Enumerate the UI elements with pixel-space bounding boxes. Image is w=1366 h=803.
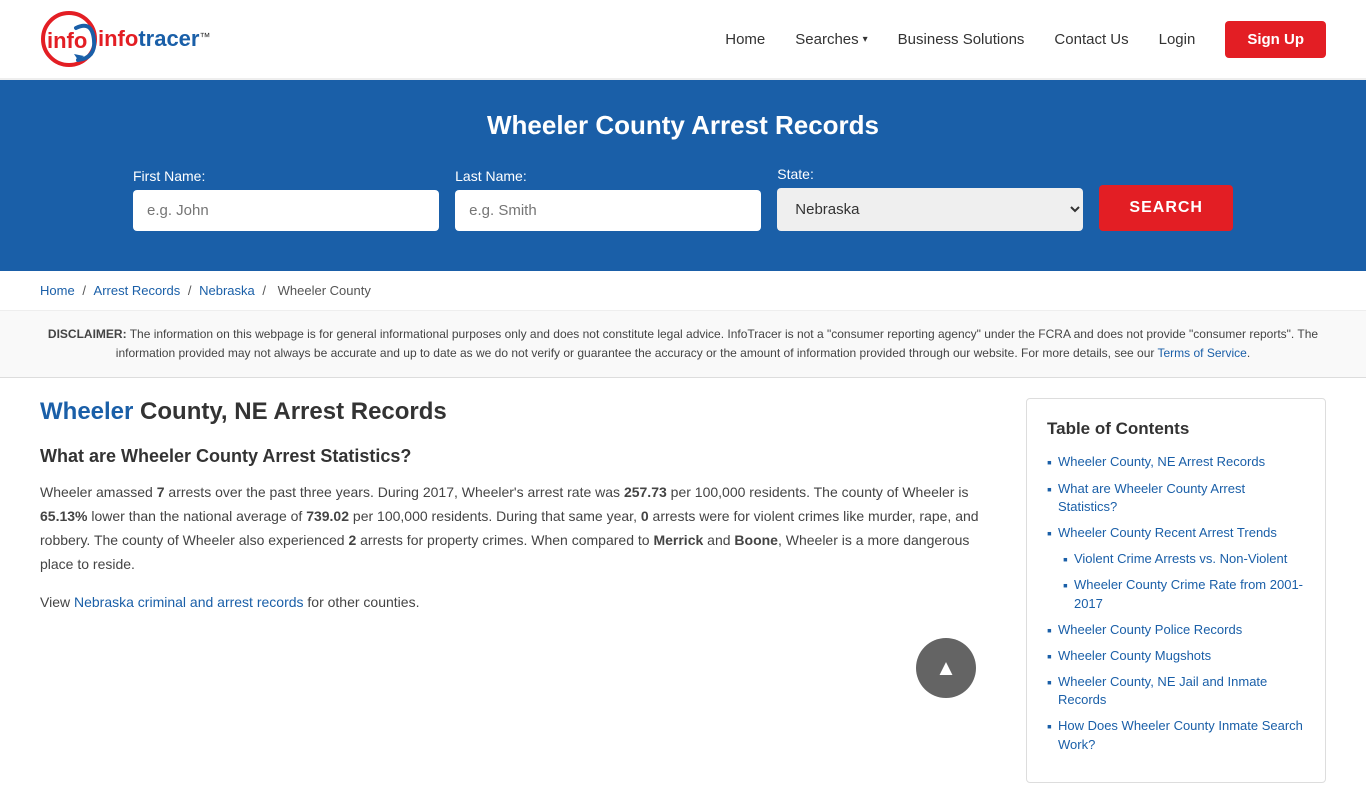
page-title: Wheeler County Arrest Records [40, 110, 1326, 141]
search-form: First Name: Last Name: State: Nebraska A… [133, 166, 1233, 231]
toc-item-0[interactable]: Wheeler County, NE Arrest Records [1058, 453, 1265, 471]
first-name-input[interactable] [133, 190, 439, 231]
toc-item-7[interactable]: Wheeler County, NE Jail and Inmate Recor… [1058, 673, 1305, 709]
nav-home[interactable]: Home [725, 31, 765, 48]
first-name-group: First Name: [133, 168, 439, 231]
terms-link[interactable]: Terms of Service [1158, 346, 1247, 360]
disclaimer-bar: DISCLAIMER: The information on this webp… [0, 311, 1366, 378]
logo-tracer-text: tracer [138, 26, 199, 51]
toc-box: Table of Contents Wheeler County, NE Arr… [1026, 398, 1326, 782]
article-title-rest: County, NE Arrest Records [133, 398, 446, 425]
main-content: Wheeler County, NE Arrest Records What a… [0, 378, 1366, 802]
merrick-link: Merrick [653, 532, 703, 548]
main-nav: Home Searches ▾ Business Solutions Conta… [725, 21, 1326, 58]
nebraska-records-link[interactable]: Nebraska criminal and arrest records [74, 594, 304, 610]
last-name-group: Last Name: [455, 168, 761, 231]
logo[interactable]: info infotracer™ [40, 10, 210, 68]
breadcrumb-nebraska[interactable]: Nebraska [199, 283, 255, 298]
breadcrumb-sep1: / [82, 283, 89, 298]
logo-icon: info [40, 10, 98, 68]
toc-list: Wheeler County, NE Arrest Records What ar… [1047, 453, 1305, 753]
toc-item-4[interactable]: Wheeler County Crime Rate from 2001-2017 [1074, 576, 1305, 612]
state-group: State: Nebraska Alabama Alaska Arizona C… [777, 166, 1083, 231]
article: Wheeler County, NE Arrest Records What a… [40, 398, 1026, 782]
rate1: 257.73 [624, 484, 667, 500]
logo-tm: ™ [199, 31, 210, 43]
state-label: State: [777, 166, 1083, 182]
signup-button[interactable]: Sign Up [1225, 21, 1326, 58]
state-select[interactable]: Nebraska Alabama Alaska Arizona Californ… [777, 188, 1083, 231]
scroll-top-area: ▲ [40, 628, 996, 698]
last-name-label: Last Name: [455, 168, 761, 184]
section1-heading: What are Wheeler County Arrest Statistic… [40, 446, 996, 467]
breadcrumb-sep3: / [262, 283, 269, 298]
last-name-input[interactable] [455, 190, 761, 231]
scroll-top-button[interactable]: ▲ [916, 638, 976, 698]
sidebar: Table of Contents Wheeler County, NE Arr… [1026, 398, 1326, 782]
toc-item-1[interactable]: What are Wheeler County Arrest Statistic… [1058, 480, 1305, 516]
nav-contact[interactable]: Contact Us [1054, 31, 1128, 48]
toc-item-3[interactable]: Violent Crime Arrests vs. Non-Violent [1074, 550, 1287, 568]
rate2: 739.02 [306, 508, 349, 524]
first-name-label: First Name: [133, 168, 439, 184]
pct: 65.13% [40, 508, 87, 524]
disclaimer-text: The information on this webpage is for g… [116, 327, 1318, 360]
breadcrumb: Home / Arrest Records / Nebraska / Wheel… [0, 271, 1366, 311]
article-title-highlight: Wheeler [40, 398, 133, 425]
breadcrumb-sep2: / [188, 283, 195, 298]
boone-link: Boone [734, 532, 778, 548]
view-records-paragraph: View Nebraska criminal and arrest record… [40, 591, 996, 615]
login-button[interactable]: Login [1159, 31, 1196, 48]
site-header: info infotracer™ Home Searches ▾ Busines… [0, 0, 1366, 80]
breadcrumb-wheeler-county: Wheeler County [278, 283, 371, 298]
article-title: Wheeler County, NE Arrest Records [40, 398, 996, 426]
toc-item-8[interactable]: How Does Wheeler County Inmate Search Wo… [1058, 717, 1305, 753]
arrow-up-icon: ▲ [935, 655, 957, 681]
nav-searches[interactable]: Searches ▾ [795, 31, 867, 48]
toc-item-6[interactable]: Wheeler County Mugshots [1058, 647, 1211, 665]
section1-paragraph1: Wheeler amassed 7 arrests over the past … [40, 481, 996, 576]
breadcrumb-arrest-records[interactable]: Arrest Records [94, 283, 181, 298]
disclaimer-label: DISCLAIMER: [48, 327, 127, 341]
svg-text:info: info [47, 28, 87, 53]
arrests-count: 7 [157, 484, 165, 500]
zero: 0 [641, 508, 649, 524]
search-button[interactable]: SEARCH [1099, 185, 1233, 231]
toc-item-2[interactable]: Wheeler County Recent Arrest Trends [1058, 524, 1277, 542]
toc-heading: Table of Contents [1047, 419, 1305, 439]
chevron-down-icon: ▾ [863, 34, 868, 45]
nav-business[interactable]: Business Solutions [898, 31, 1025, 48]
breadcrumb-home[interactable]: Home [40, 283, 75, 298]
hero-section: Wheeler County Arrest Records First Name… [0, 80, 1366, 271]
toc-item-5[interactable]: Wheeler County Police Records [1058, 621, 1242, 639]
logo-info-text: info [98, 26, 138, 51]
